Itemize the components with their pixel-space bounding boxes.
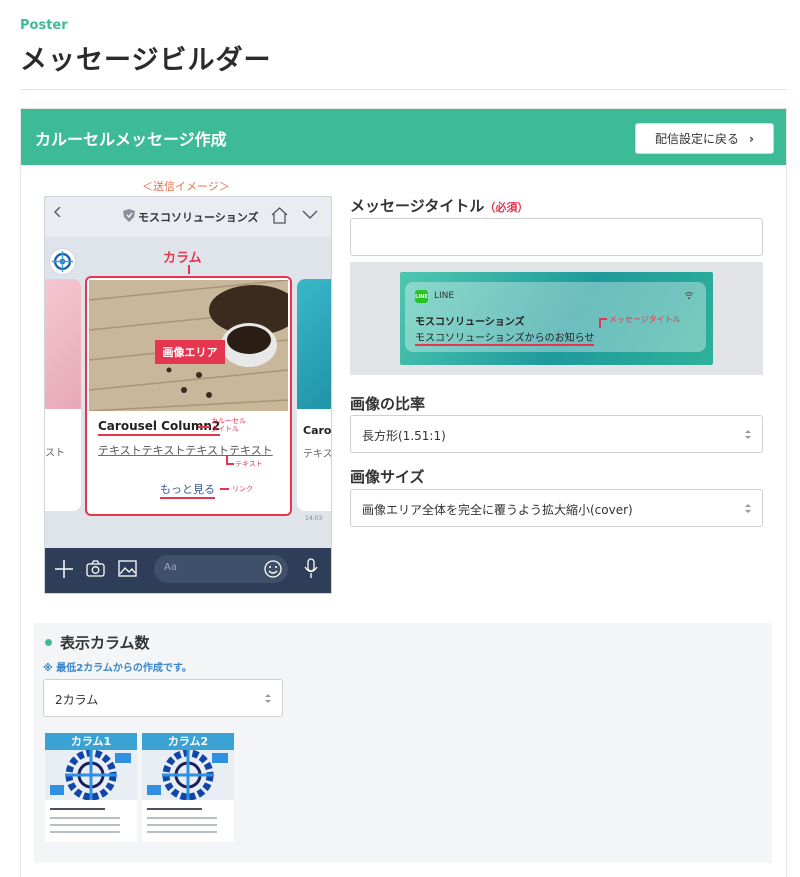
account-name: モスコソリューションズ bbox=[138, 211, 259, 224]
carousel-card-next: Caro テキス bbox=[297, 279, 332, 511]
card-text: テキス bbox=[303, 449, 332, 460]
bullet-dot bbox=[45, 639, 52, 646]
avatar-logo bbox=[49, 248, 76, 275]
notification-title: モスコソリューションズ bbox=[415, 317, 525, 328]
column-count-value: 2カラム bbox=[55, 693, 99, 707]
card-title-annotation: カルーセル タイトル bbox=[211, 417, 246, 433]
annotation-line bbox=[226, 455, 228, 463]
select-arrows-icon bbox=[745, 430, 751, 439]
image-area-label: 画像エリア bbox=[155, 340, 225, 364]
text-line bbox=[147, 817, 217, 819]
plus-icon bbox=[55, 560, 73, 578]
card-text-annotation: テキスト bbox=[235, 460, 263, 468]
select-arrows-icon bbox=[745, 504, 751, 513]
image-size-label: 画像サイズ bbox=[350, 468, 425, 486]
text-line bbox=[50, 824, 120, 826]
microphone-icon bbox=[304, 558, 318, 578]
annotation-line-2: タイトル bbox=[211, 425, 239, 433]
card-image bbox=[297, 279, 331, 409]
column-thumb-label: カラム1 bbox=[45, 733, 137, 750]
home-icon bbox=[271, 207, 288, 224]
chevron-down-icon bbox=[302, 210, 318, 219]
image-icon bbox=[118, 560, 137, 577]
card-text: スト bbox=[45, 448, 65, 459]
image-ratio-select[interactable]: 長方形(1.51:1) bbox=[350, 415, 763, 453]
image-size-value: 画像エリア全体を完全に覆うよう拡大縮小(cover) bbox=[362, 503, 633, 517]
notification-annotation: メッセージタイトル bbox=[609, 315, 681, 324]
back-button-label: 配信設定に戻る bbox=[655, 132, 740, 146]
image-size-select[interactable]: 画像エリア全体を完全に覆うよう拡大縮小(cover) bbox=[350, 489, 763, 527]
page-title: メッセージビルダー bbox=[20, 45, 272, 76]
card-image: 画像エリア bbox=[89, 280, 288, 411]
text-line bbox=[50, 808, 105, 810]
brand-label: Poster bbox=[20, 18, 68, 33]
message-title-label: メッセージタイトル（必須） bbox=[350, 195, 528, 216]
column-thumb-2[interactable]: カラム2 bbox=[142, 733, 234, 842]
back-to-settings-button[interactable]: 配信設定に戻る › bbox=[635, 123, 774, 154]
chevron-right-icon: › bbox=[749, 131, 754, 146]
column-thumb-label: カラム2 bbox=[142, 733, 234, 750]
annotation-line-1: カルーセル bbox=[211, 417, 246, 425]
phone-header: モスコソリューションズ bbox=[45, 197, 331, 237]
column-thumb-image bbox=[45, 750, 137, 800]
column-thumb-image bbox=[142, 750, 234, 800]
card-text: テキストテキストテキストテキスト bbox=[98, 444, 273, 457]
text-line bbox=[147, 831, 217, 833]
message-title-input[interactable] bbox=[350, 218, 763, 256]
column-count-title: 表示カラム数 bbox=[60, 634, 150, 652]
carousel-card-current: 画像エリア Carousel Column2 カルーセル タイトル テキストテキ… bbox=[85, 276, 292, 516]
wifi-icon bbox=[684, 292, 694, 300]
card-link[interactable]: もっと見る bbox=[160, 481, 215, 499]
carousel-card-prev: スト bbox=[45, 279, 81, 511]
notification-background: LINE LINE モスコソリューションズ モスコソリューションズからのお知らせ… bbox=[400, 272, 713, 365]
annotation-line bbox=[226, 463, 234, 465]
page: Poster メッセージビルダー カルーセルメッセージ作成 配信設定に戻る › … bbox=[0, 0, 800, 877]
text-line bbox=[50, 831, 120, 833]
text-line bbox=[147, 808, 202, 810]
column-thumb-1[interactable]: カラム1 bbox=[45, 733, 137, 842]
image-ratio-value: 長方形(1.51:1) bbox=[362, 429, 446, 443]
back-arrow-icon bbox=[54, 207, 61, 217]
card-title: Caro bbox=[303, 424, 332, 437]
column-count-panel: 表示カラム数 ※ 最低2カラムからの作成です。 2カラム カラム1 カラム2 bbox=[34, 623, 772, 863]
image-ratio-label: 画像の比率 bbox=[350, 395, 426, 413]
message-title-label-text: メッセージタイトル bbox=[350, 197, 485, 215]
column-count-select[interactable]: 2カラム bbox=[43, 679, 283, 717]
line-app-icon: LINE bbox=[415, 290, 428, 303]
divider bbox=[20, 89, 787, 90]
select-arrows-icon bbox=[265, 694, 271, 703]
emoji-icon bbox=[264, 560, 282, 578]
phone-preview: モスコソリューションズ カラム スト 画像エリア Carousel Column… bbox=[44, 196, 332, 594]
annotation-line bbox=[599, 318, 607, 320]
timestamp: 14:03 bbox=[305, 515, 323, 522]
annotation-line bbox=[198, 426, 210, 428]
notification-card: LINE LINE モスコソリューションズ モスコソリューションズからのお知らせ… bbox=[405, 282, 706, 352]
required-mark: （必須） bbox=[484, 201, 529, 214]
card-link-annotation: リンク bbox=[232, 485, 253, 493]
camera-icon bbox=[86, 560, 105, 577]
column-count-note: ※ 最低2カラムからの作成です。 bbox=[43, 663, 192, 674]
notification-app-name: LINE bbox=[434, 291, 455, 301]
column-annotation-tick bbox=[188, 265, 190, 274]
annotation-line bbox=[220, 488, 229, 490]
card-image bbox=[45, 279, 81, 409]
panel-title: カルーセルメッセージ作成 bbox=[35, 130, 227, 149]
notification-preview: LINE LINE モスコソリューションズ モスコソリューションズからのお知らせ… bbox=[350, 262, 763, 375]
shield-icon bbox=[123, 209, 135, 222]
text-line bbox=[50, 817, 120, 819]
preview-caption: ＜送信イメージ＞ bbox=[142, 180, 230, 193]
phone-input-bar: Aa bbox=[45, 548, 331, 593]
notification-message: モスコソリューションズからのお知らせ bbox=[415, 329, 595, 346]
text-line bbox=[147, 824, 217, 826]
panel-header: カルーセルメッセージ作成 配信設定に戻る › bbox=[21, 109, 786, 165]
column-annotation: カラム bbox=[163, 251, 202, 266]
